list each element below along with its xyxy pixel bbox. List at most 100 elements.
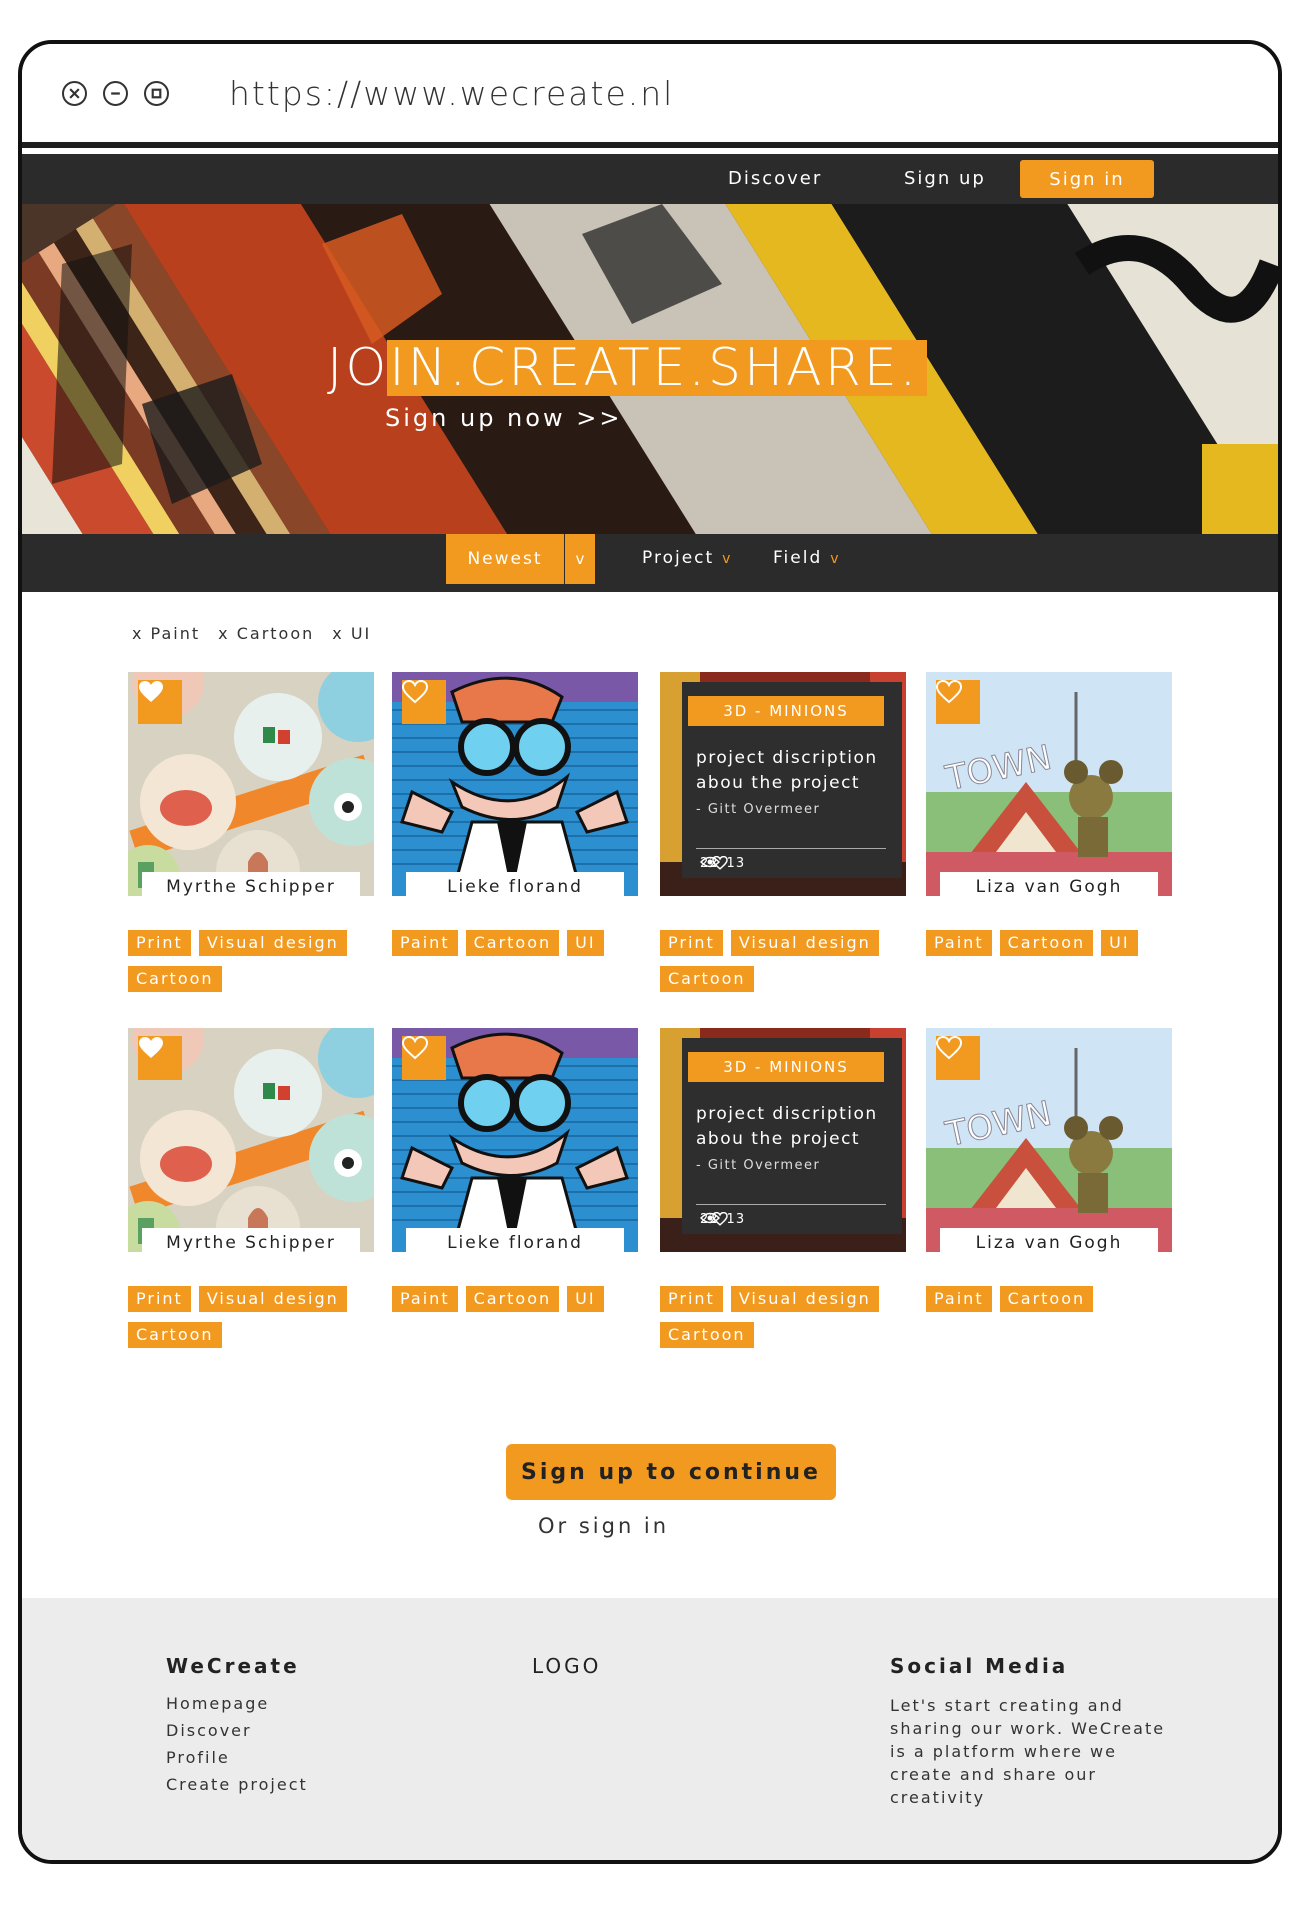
tag[interactable]: UI <box>1101 930 1138 956</box>
address-bar[interactable]: https://www.wecreate.nl <box>229 74 674 113</box>
social-media-text: Let's start creating and sharing our wor… <box>890 1696 1166 1807</box>
project-card[interactable]: Lieke florand Paint Cartoon UI <box>392 1028 638 1312</box>
heart-icon[interactable] <box>936 1036 980 1080</box>
tag[interactable]: Paint <box>392 930 458 956</box>
tag[interactable]: Cartoon <box>999 930 1094 956</box>
hero-banner: JOIN.CREATE.SHARE. Sign up now >> <box>22 204 1278 534</box>
card-tags: Paint Cartoon UI <box>392 930 654 956</box>
footer-link-create-project[interactable]: Create project <box>166 1775 308 1794</box>
tag[interactable]: Print <box>660 930 723 956</box>
project-card[interactable]: Myrthe Schipper Print Visual design Cart… <box>128 672 374 992</box>
tag[interactable]: Print <box>128 1286 191 1312</box>
tag[interactable]: Cartoon <box>660 966 754 992</box>
top-navigation: Discover Sign up Sign in <box>22 154 1278 204</box>
heart-icon[interactable] <box>936 680 980 724</box>
tag[interactable]: Visual design <box>730 1286 879 1312</box>
tag[interactable]: UI <box>567 1286 604 1312</box>
heart-icon[interactable] <box>402 1036 446 1080</box>
card-tags: Print Visual design Cartoon <box>660 1286 922 1348</box>
tag[interactable]: Cartoon <box>660 1322 754 1348</box>
tag[interactable]: Print <box>660 1286 723 1312</box>
footer-link-profile[interactable]: Profile <box>166 1748 308 1767</box>
project-card[interactable]: Myrthe Schipper Print Visual design Cart… <box>128 1028 374 1348</box>
social-media-title: Social Media <box>890 1654 1069 1678</box>
project-card-hover[interactable]: 3D - MINIONS project discription abou th… <box>660 1028 906 1348</box>
field-filter-label: Field <box>773 548 823 568</box>
project-thumbnail[interactable]: Lieke florand <box>392 672 638 896</box>
project-thumbnail[interactable]: 3D - MINIONS project discription abou th… <box>660 672 906 896</box>
project-thumbnail[interactable]: Myrthe Schipper <box>128 1028 374 1252</box>
project-thumbnail[interactable]: Myrthe Schipper <box>128 672 374 896</box>
card-author: Liza van Gogh <box>940 872 1158 896</box>
project-stats: 22 13 <box>700 1212 745 1227</box>
signin-button[interactable]: Sign in <box>1020 160 1154 198</box>
footer-link-homepage[interactable]: Homepage <box>166 1694 308 1713</box>
filter-chip-ui[interactable]: x UI <box>332 624 371 643</box>
footer-link-discover[interactable]: Discover <box>166 1721 308 1740</box>
filter-chip-paint[interactable]: x Paint <box>132 624 200 643</box>
tag[interactable]: Print <box>128 930 191 956</box>
tag[interactable]: Cartoon <box>465 930 560 956</box>
tag[interactable]: Visual design <box>198 1286 347 1312</box>
heart-icon <box>712 856 728 870</box>
minimize-icon[interactable] <box>103 80 128 106</box>
maximize-icon[interactable] <box>144 80 169 106</box>
tag[interactable]: Paint <box>926 1286 992 1312</box>
project-stats: 22 13 <box>700 856 745 871</box>
tag[interactable]: UI <box>567 930 604 956</box>
project-card[interactable]: TOWN Liza van Gogh Paint Cartoon <box>926 1028 1172 1312</box>
footer-brand: WeCreate <box>166 1654 300 1678</box>
heart-icon[interactable] <box>138 1036 182 1080</box>
project-thumbnail[interactable]: Lieke florand <box>392 1028 638 1252</box>
tag[interactable]: Cartoon <box>128 966 222 992</box>
filter-bar: Newest v Project v Field v <box>22 534 1278 592</box>
tag[interactable]: Paint <box>392 1286 458 1312</box>
tag[interactable]: Cartoon <box>465 1286 560 1312</box>
project-thumbnail[interactable]: TOWN Liza van Gogh <box>926 1028 1172 1252</box>
card-author: Myrthe Schipper <box>142 872 360 896</box>
tag[interactable]: Visual design <box>730 930 879 956</box>
footer: WeCreate Homepage Discover Profile Creat… <box>22 1598 1278 1860</box>
signup-continue-button[interactable]: Sign up to continue <box>506 1444 836 1500</box>
project-filter-dropdown[interactable]: Project v <box>642 548 732 568</box>
project-title: 3D - MINIONS <box>688 1052 884 1082</box>
project-card[interactable]: TOWN Liza van Gogh Paint Cartoon UI <box>926 672 1172 956</box>
project-card[interactable]: Lieke florand Paint Cartoon UI <box>392 672 638 956</box>
field-filter-dropdown[interactable]: Field v <box>773 548 841 568</box>
nav-signup[interactable]: Sign up <box>904 168 986 189</box>
sort-dropdown[interactable]: Newest <box>446 534 564 584</box>
project-description: project discription abou the project <box>696 1104 878 1149</box>
card-author: Liza van Gogh <box>940 1228 1158 1252</box>
tag[interactable]: Visual design <box>198 930 347 956</box>
project-thumbnail[interactable]: 3D - MINIONS project discription abou th… <box>660 1028 906 1252</box>
project-card-hover[interactable]: 3D - MINIONS project discription abou th… <box>660 672 906 992</box>
project-description: project discription abou the project <box>696 748 878 793</box>
divider <box>696 1204 886 1205</box>
filter-chip-cartoon[interactable]: x Cartoon <box>218 624 314 643</box>
hero-signup-link[interactable]: Sign up now >> <box>385 404 622 432</box>
signin-link[interactable]: Or sign in <box>538 1514 669 1538</box>
browser-window: https://www.wecreate.nl Discover Sign up… <box>18 40 1282 1864</box>
card-tags: Print Visual design Cartoon <box>128 930 390 992</box>
chevron-down-icon: v <box>722 551 733 567</box>
card-author: Myrthe Schipper <box>142 1228 360 1252</box>
close-icon[interactable] <box>62 80 87 106</box>
nav-discover[interactable]: Discover <box>728 168 822 189</box>
tag[interactable]: Cartoon <box>999 1286 1094 1312</box>
sort-chevron-icon[interactable]: v <box>565 534 595 584</box>
footer-links: Homepage Discover Profile Create project <box>166 1694 308 1794</box>
heart-icon[interactable] <box>138 680 182 724</box>
browser-toolbar: https://www.wecreate.nl <box>22 44 1278 148</box>
tag[interactable]: Paint <box>926 930 992 956</box>
active-filter-chips: x Paint x Cartoon x UI <box>132 624 371 643</box>
heart-icon[interactable] <box>402 680 446 724</box>
card-author: Lieke florand <box>406 872 624 896</box>
project-thumbnail[interactable]: TOWN Liza van Gogh <box>926 672 1172 896</box>
chevron-down-icon: v <box>830 551 841 567</box>
project-filter-label: Project <box>642 548 715 568</box>
footer-logo: LOGO <box>532 1654 602 1678</box>
card-author: Lieke florand <box>406 1228 624 1252</box>
tag[interactable]: Cartoon <box>128 1322 222 1348</box>
hero-title: JOIN.CREATE.SHARE. <box>327 338 920 398</box>
card-tags: Paint Cartoon UI <box>392 1286 654 1312</box>
